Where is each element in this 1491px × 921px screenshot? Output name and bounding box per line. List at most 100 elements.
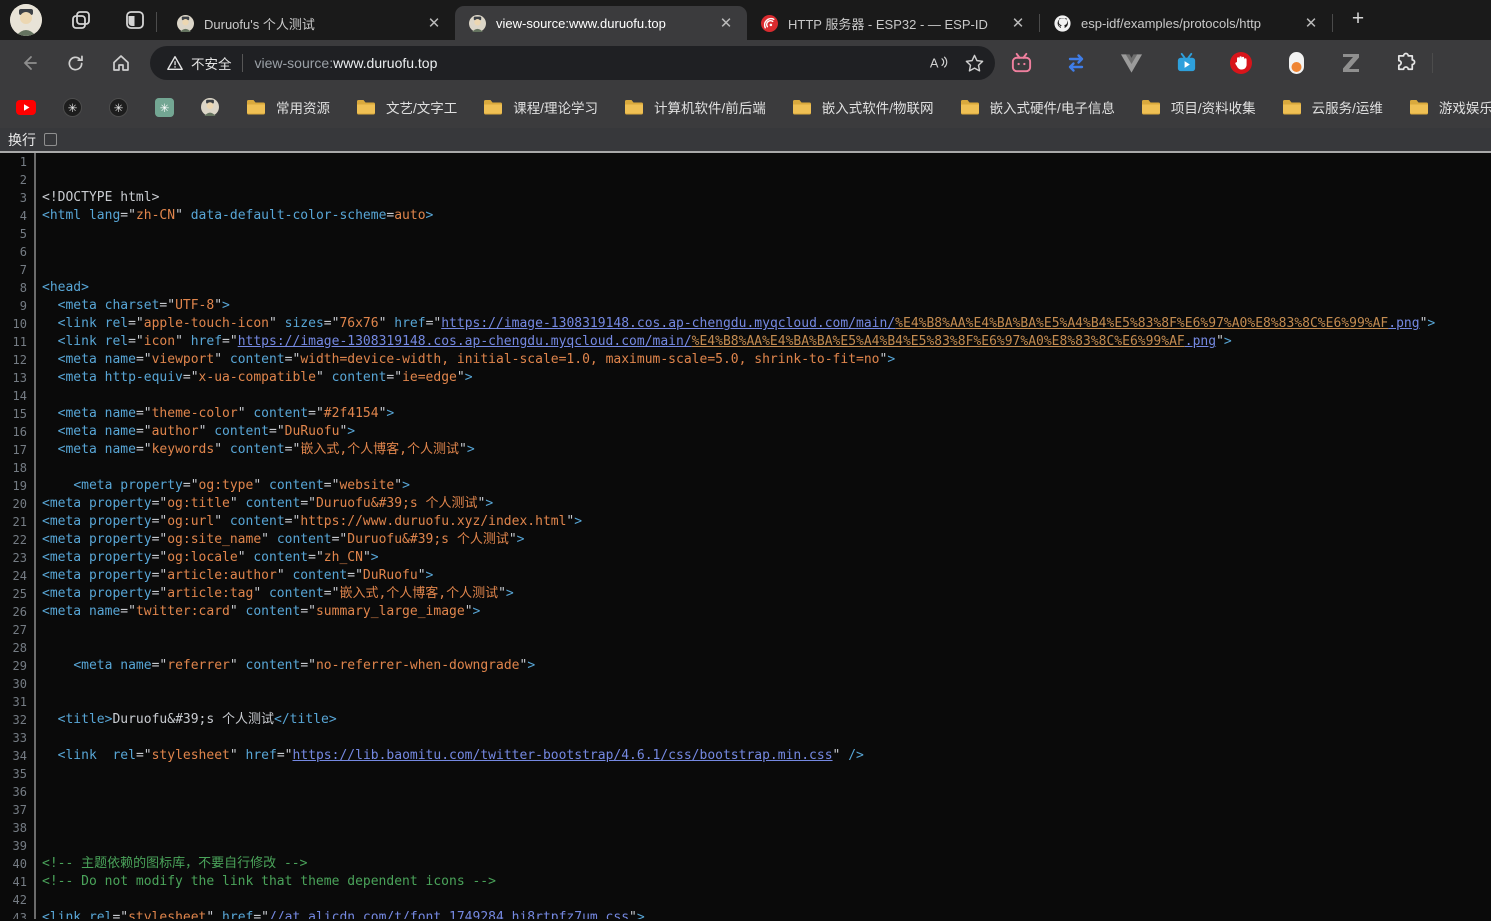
duruofu-avatar-icon	[469, 15, 486, 32]
source-line: 22<meta property="og:site_name" content=…	[0, 531, 1491, 549]
line-content: <meta property="og:url" content="https:/…	[36, 513, 582, 531]
profile-avatar[interactable]	[10, 4, 42, 36]
read-aloud-icon[interactable]: A	[928, 53, 950, 73]
tab-title: esp-idf/examples/protocols/http	[1081, 16, 1300, 31]
chatgpt-bookmark[interactable]: ✳	[108, 97, 128, 117]
zotero-extension-icon[interactable]	[1339, 51, 1363, 75]
folder-icon	[483, 99, 503, 115]
bookmark-folder[interactable]: 云服务/运维	[1282, 97, 1383, 117]
favorite-star-icon[interactable]	[964, 53, 985, 74]
line-content	[36, 783, 42, 801]
github-icon	[1054, 15, 1071, 32]
tab-view-source[interactable]: view-source:www.duruofu.top ✕	[455, 6, 747, 40]
line-number: 23	[0, 549, 36, 567]
source-code-view[interactable]: 123<!DOCTYPE html>4<html lang="zh-CN" da…	[0, 153, 1491, 919]
security-label[interactable]: 不安全	[191, 53, 232, 73]
line-number: 13	[0, 369, 36, 387]
tab-close-button[interactable]: ✕	[423, 12, 445, 34]
home-button[interactable]	[104, 46, 138, 80]
bookmark-folder-label: 嵌入式硬件/电子信息	[990, 97, 1115, 117]
line-content	[36, 837, 42, 855]
back-icon	[19, 53, 39, 73]
bookmark-folder[interactable]: 游戏娱乐	[1409, 97, 1491, 117]
line-content: <meta charset="UTF-8">	[36, 297, 230, 315]
bookmarks-bar: ✳ ✳ ✳ 常用资源 文艺/文字工 课程/理论学习 计算机软件/前后端 嵌入式软件/物联…	[0, 86, 1491, 128]
tab-close-button[interactable]: ✕	[1007, 12, 1029, 34]
back-button[interactable]	[12, 46, 46, 80]
tab-layout-button[interactable]	[120, 5, 150, 35]
line-number: 5	[0, 225, 36, 243]
bookmark-folder[interactable]: 嵌入式软件/物联网	[792, 97, 934, 117]
new-tab-button[interactable]: +	[1343, 4, 1373, 34]
toggle-pill-extension-icon[interactable]	[1284, 51, 1308, 75]
source-link[interactable]: //at.alicdn.com/t/font_1749284_hi8rtpfz7…	[269, 910, 629, 919]
chatgpt-green-bookmark[interactable]: ✳	[154, 97, 174, 117]
source-link[interactable]: https://image-1308319148.cos.ap-chengdu.…	[441, 316, 895, 331]
line-number: 25	[0, 585, 36, 603]
vue-devtools-extension-icon[interactable]	[1119, 51, 1143, 75]
line-content: <html lang="zh-CN" data-default-color-sc…	[36, 207, 433, 225]
address-bar[interactable]: 不安全 view-source:www.duruofu.top A	[150, 46, 995, 80]
folder-icon	[1409, 99, 1429, 115]
source-line: 1	[0, 153, 1491, 171]
tab-esp32-docs[interactable]: HTTP 服务器 - ESP32 - — ESP-ID ✕	[747, 6, 1039, 40]
bookmark-folder-label: 课程/理论学习	[513, 97, 598, 117]
source-link[interactable]: .png	[1388, 316, 1419, 331]
source-line: 11 <link rel="icon" href="https://image-…	[0, 333, 1491, 351]
source-line: 30	[0, 675, 1491, 693]
line-number: 2	[0, 171, 36, 189]
line-content	[36, 459, 42, 477]
source-line: 3<!DOCTYPE html>	[0, 189, 1491, 207]
line-content	[36, 729, 42, 747]
address-separator	[242, 54, 243, 72]
line-number: 37	[0, 801, 36, 819]
source-link[interactable]: .png	[1185, 334, 1216, 349]
tab-close-button[interactable]: ✕	[1300, 12, 1322, 34]
sync-arrows-extension-icon[interactable]	[1064, 51, 1088, 75]
line-wrap-checkbox[interactable]	[44, 133, 57, 146]
bookmark-folder[interactable]: 常用资源	[246, 97, 330, 117]
bookmark-folder[interactable]: 文艺/文字工	[356, 97, 457, 117]
source-line: 32 <title>Duruofu&#39;s 个人测试</title>	[0, 711, 1491, 729]
source-link[interactable]: https://image-1308319148.cos.ap-chengdu.…	[238, 334, 692, 349]
line-content: <head>	[36, 279, 89, 297]
source-line: 10 <link rel="apple-touch-icon" sizes="7…	[0, 315, 1491, 333]
source-line: 13 <meta http-equiv="x-ua-compatible" co…	[0, 369, 1491, 387]
extensions-menu-icon[interactable]	[1394, 51, 1418, 75]
source-line: 38	[0, 819, 1491, 837]
bookmark-folder[interactable]: 项目/资料收集	[1141, 97, 1256, 117]
line-content	[36, 153, 42, 171]
bookmark-folder[interactable]: 嵌入式硬件/电子信息	[960, 97, 1115, 117]
extensions-row	[1009, 51, 1418, 75]
youtube-bookmark[interactable]	[16, 97, 36, 117]
source-line: 29 <meta name="referrer" content="no-ref…	[0, 657, 1491, 675]
line-number: 15	[0, 405, 36, 423]
tv-pink-extension-icon[interactable]	[1009, 51, 1033, 75]
line-content: <meta name="keywords" content="嵌入式,个人博客,…	[36, 441, 475, 459]
url-host: www.duruofu.top	[333, 55, 437, 71]
line-number: 29	[0, 657, 36, 675]
folder-icon	[960, 99, 980, 115]
bookmark-folder[interactable]: 课程/理论学习	[483, 97, 598, 117]
workspaces-button[interactable]	[66, 5, 96, 35]
line-number: 26	[0, 603, 36, 621]
bookmark-folder-label: 项目/资料收集	[1171, 97, 1256, 117]
bookmark-folder[interactable]: 计算机软件/前后端	[624, 97, 766, 117]
source-line: 17 <meta name="keywords" content="嵌入式,个人…	[0, 441, 1491, 459]
source-link[interactable]: https://lib.baomitu.com/twitter-bootstra…	[293, 748, 833, 763]
video-tv-extension-icon[interactable]	[1174, 51, 1198, 75]
source-link[interactable]: %E4%B8%AA%E4%BA%BA%E5%A4%B4%E5%83%8F%E6%…	[692, 334, 1185, 349]
tab-duruofu-home[interactable]: Duruofu's 个人测试 ✕	[163, 6, 455, 40]
source-link[interactable]: %E4%B8%AA%E4%BA%BA%E5%A4%B4%E5%83%8F%E6%…	[895, 316, 1388, 331]
tab-close-button[interactable]: ✕	[715, 12, 737, 34]
chatgpt-bookmark[interactable]: ✳	[62, 97, 82, 117]
refresh-button[interactable]	[58, 46, 92, 80]
view-source-header: 换行	[0, 128, 1491, 153]
line-content: <link rel="stylesheet" href="https://lib…	[36, 747, 864, 765]
workspaces-icon	[70, 9, 92, 31]
adblock-hand-extension-icon[interactable]	[1229, 51, 1253, 75]
tab-github-espidf[interactable]: esp-idf/examples/protocols/http ✕	[1040, 6, 1332, 40]
source-line: 4<html lang="zh-CN" data-default-color-s…	[0, 207, 1491, 225]
line-number: 35	[0, 765, 36, 783]
avatar-bookmark[interactable]	[200, 97, 220, 117]
